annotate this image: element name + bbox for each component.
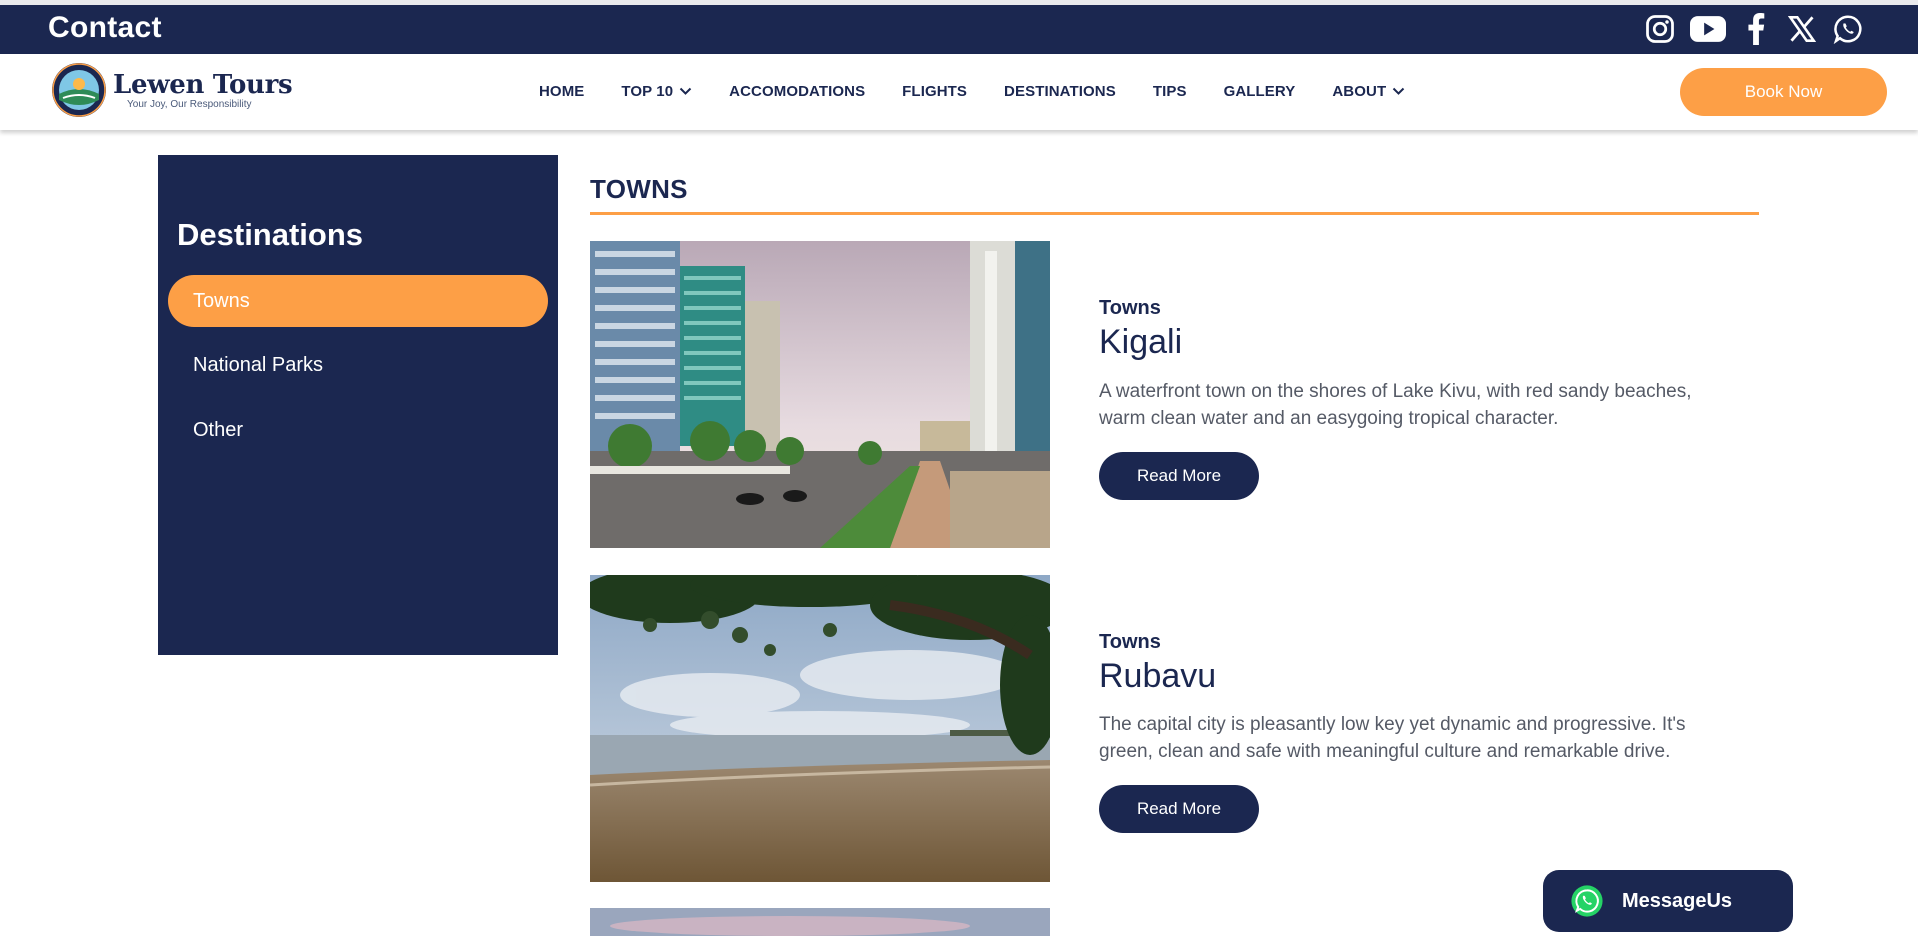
nav-gallery-label: GALLERY — [1223, 83, 1296, 100]
sidebar-title: Destinations — [177, 217, 364, 252]
rubavu-image[interactable] — [590, 575, 1050, 882]
section-divider — [590, 212, 1759, 215]
top-bar: Contact — [0, 5, 1918, 54]
nav-accomodations[interactable]: ACCOMODATIONS — [729, 83, 865, 100]
message-us-label: MessageUs — [1622, 889, 1733, 912]
sidebar-item-national-parks[interactable]: National Parks — [168, 339, 548, 391]
nav-flights-label: FLIGHTS — [902, 83, 968, 100]
nav-tips-label: TIPS — [1152, 83, 1187, 100]
x-icon[interactable] — [1786, 13, 1818, 45]
brand-logo[interactable]: Lewen Tours Your Joy, Our Responsibility — [51, 62, 293, 118]
logo-emblem-icon — [52, 63, 106, 117]
nav-about-label: ABOUT — [1332, 83, 1387, 100]
card-description: The capital city is pleasantly low key y… — [1099, 714, 1686, 762]
brand-tagline: Your Joy, Our Responsibility — [127, 98, 252, 110]
nav-top10[interactable]: TOP 10 — [621, 83, 692, 100]
youtube-icon[interactable] — [1690, 13, 1726, 45]
section-title: TOWNS — [590, 174, 688, 204]
nav-accomodations-label: ACCOMODATIONS — [729, 83, 866, 100]
nav-gallery[interactable]: GALLERY — [1224, 83, 1296, 100]
contact-link[interactable]: Contact — [48, 11, 162, 45]
destinations-sidebar: Destinations Towns National Parks Other — [158, 155, 558, 655]
nav-home-label: HOME — [539, 83, 585, 100]
nav-links: HOME TOP 10 ACCOMODATIONS FLIGHTS DESTIN… — [539, 83, 1442, 100]
whatsapp-icon[interactable] — [1832, 13, 1864, 45]
whatsapp-icon — [1570, 884, 1604, 918]
read-more-button[interactable]: Read More — [1099, 452, 1259, 500]
chevron-down-icon — [1392, 87, 1405, 96]
nav-about[interactable]: ABOUT — [1332, 83, 1405, 100]
sidebar-item-label: Towns — [193, 289, 250, 312]
sidebar-item-other[interactable]: Other — [168, 404, 548, 456]
card-category: Towns — [1099, 631, 1161, 653]
card-description: A waterfront town on the shores of Lake … — [1099, 381, 1692, 429]
brand-name: Lewen Tours — [113, 69, 293, 100]
nav-destinations[interactable]: DESTINATIONS — [1004, 83, 1116, 100]
message-us-widget[interactable]: MessageUs — [1543, 870, 1793, 932]
sidebar-item-label: Other — [193, 418, 244, 441]
nav-tips[interactable]: TIPS — [1153, 83, 1187, 100]
main-navbar: Lewen Tours Your Joy, Our Responsibility… — [0, 54, 1918, 130]
chevron-down-icon — [679, 87, 692, 96]
social-links — [1644, 13, 1864, 45]
destination-image[interactable] — [590, 908, 1050, 936]
book-now-button[interactable]: Book Now — [1680, 68, 1887, 116]
nav-home[interactable]: HOME — [539, 83, 584, 100]
card-category: Towns — [1099, 297, 1161, 319]
kigali-image[interactable] — [590, 241, 1050, 548]
nav-flights[interactable]: FLIGHTS — [902, 83, 967, 100]
facebook-icon[interactable] — [1740, 13, 1772, 45]
instagram-icon[interactable] — [1644, 13, 1676, 45]
sidebar-item-label: National Parks — [193, 353, 324, 376]
card-title[interactable]: Rubavu — [1099, 657, 1216, 696]
read-more-button[interactable]: Read More — [1099, 785, 1259, 833]
nav-destinations-label: DESTINATIONS — [1004, 83, 1116, 100]
logo-text: Lewen Tours Your Joy, Our Responsibility — [113, 69, 293, 110]
card-title[interactable]: Kigali — [1099, 323, 1182, 362]
nav-top10-label: TOP 10 — [621, 83, 674, 100]
sidebar-item-towns[interactable]: Towns — [168, 275, 548, 327]
